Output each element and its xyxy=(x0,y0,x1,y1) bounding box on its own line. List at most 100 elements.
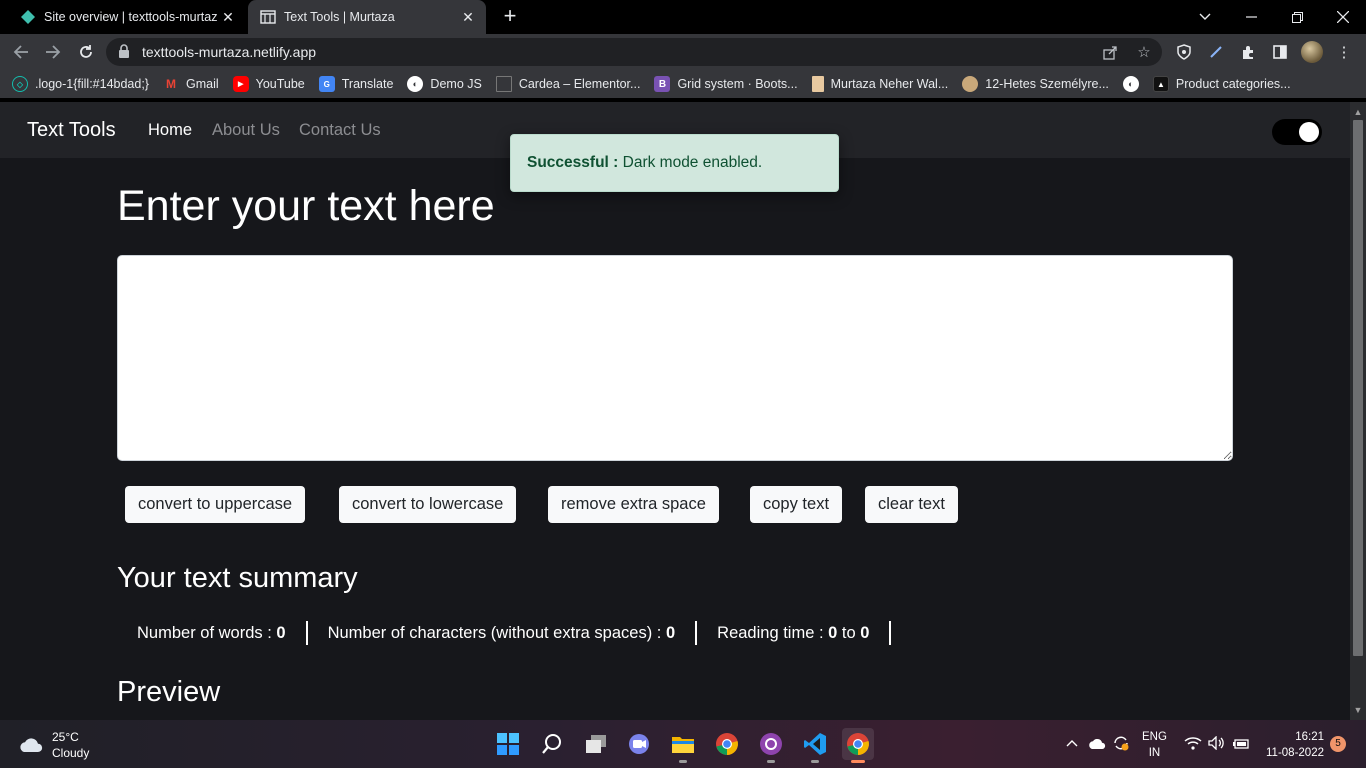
bookmark-bootstrap[interactable]: B Grid system · Boots... xyxy=(654,76,798,92)
bookmark-label: .logo-1{fill:#14bdad;} xyxy=(35,77,149,91)
scroll-up-icon[interactable]: ▲ xyxy=(1350,104,1366,120)
language-indicator[interactable]: ENG IN xyxy=(1142,729,1167,761)
vscode-icon[interactable] xyxy=(799,728,831,763)
page-content: Text Tools Home About Us Contact Us Succ… xyxy=(0,102,1350,720)
github-desktop-icon[interactable] xyxy=(755,728,787,763)
address-bar[interactable]: texttools-murtaza.netlify.app ☆ xyxy=(106,38,1162,66)
word-count: Number of words : 0 xyxy=(117,621,308,645)
weather-temp: 25°C xyxy=(52,730,79,744)
remove-space-button[interactable]: remove extra space xyxy=(548,486,719,523)
search-icon[interactable] xyxy=(536,728,568,760)
navbar-brand[interactable]: Text Tools xyxy=(27,119,116,142)
nav-link-about[interactable]: About Us xyxy=(212,121,280,140)
bookmark-logo[interactable]: ◇ .logo-1{fill:#14bdad;} xyxy=(12,76,149,92)
minimize-icon[interactable] xyxy=(1228,0,1274,34)
tab-search-icon[interactable] xyxy=(1182,0,1228,34)
restore-icon[interactable] xyxy=(1274,0,1320,34)
person-icon xyxy=(962,76,979,92)
cloud-icon xyxy=(20,738,43,752)
uppercase-button[interactable]: convert to uppercase xyxy=(125,486,306,523)
side-panel-icon[interactable] xyxy=(1270,42,1290,62)
success-alert: Successful : Dark mode enabled. xyxy=(510,134,839,192)
profile-avatar[interactable] xyxy=(1301,41,1323,63)
nav-link-home[interactable]: Home xyxy=(148,121,192,140)
bookmark-globe[interactable]: ◐ xyxy=(1122,76,1139,92)
globe-icon: ◐ xyxy=(1122,76,1139,92)
bookmark-label: Cardea – Elementor... xyxy=(518,77,641,91)
bookmark-product-categories[interactable]: ▲ Product categories... xyxy=(1152,76,1291,92)
bookmarks-bar: ◇ .logo-1{fill:#14bdad;} M Gmail ▶ YouTu… xyxy=(0,70,1366,98)
scroll-down-icon[interactable]: ▼ xyxy=(1350,702,1366,718)
stat-value: 0 xyxy=(828,624,838,642)
tab-title: Site overview | texttools-murtaza xyxy=(44,10,218,24)
extensions-puzzle-icon[interactable] xyxy=(1238,42,1258,62)
chrome-active-icon[interactable] xyxy=(842,728,874,763)
lowercase-button[interactable]: convert to lowercase xyxy=(339,486,517,523)
file-explorer-icon[interactable] xyxy=(667,728,699,763)
shield-extension-icon[interactable] xyxy=(1174,42,1194,62)
stat-label: Number of words : xyxy=(137,624,277,642)
system-clock[interactable]: 16:21 11-08-2022 xyxy=(1262,729,1324,761)
color-picker-icon[interactable] xyxy=(1206,42,1226,62)
bookmark-star-icon[interactable]: ☆ xyxy=(1134,42,1154,62)
teams-chat-icon[interactable] xyxy=(623,728,655,760)
onedrive-cloud-icon[interactable] xyxy=(1088,737,1106,753)
language-code: ENG xyxy=(1142,731,1167,743)
battery-icon[interactable] xyxy=(1232,737,1250,753)
character-count: Number of characters (without extra spac… xyxy=(308,621,698,645)
reload-icon[interactable] xyxy=(73,39,99,65)
bookmark-demo-js[interactable]: ◐ Demo JS xyxy=(407,76,482,92)
dark-mode-toggle[interactable] xyxy=(1272,119,1322,145)
chevron-up-icon[interactable] xyxy=(1066,734,1078,750)
new-tab-button[interactable]: + xyxy=(498,5,522,29)
nav-link-contact[interactable]: Contact Us xyxy=(299,121,381,140)
weather-condition: Cloudy xyxy=(52,746,90,760)
back-icon[interactable] xyxy=(8,39,34,65)
lock-icon[interactable] xyxy=(118,44,134,60)
clear-text-button[interactable]: clear text xyxy=(865,486,958,523)
close-tab-icon[interactable]: ✕ xyxy=(458,9,478,26)
stat-label: Reading time : xyxy=(717,624,829,642)
copy-text-button[interactable]: copy text xyxy=(750,486,843,523)
globe-icon: ◐ xyxy=(407,76,424,92)
gmail-icon: M xyxy=(165,77,176,91)
browser-toolbar: texttools-murtaza.netlify.app ☆ ⋮ xyxy=(0,34,1366,70)
close-window-icon[interactable] xyxy=(1320,0,1366,34)
sync-icon[interactable] xyxy=(1112,734,1130,755)
bookmark-12-hetes[interactable]: 12-Hetes Személyre... xyxy=(962,76,1109,92)
url-text: texttools-murtaza.netlify.app xyxy=(142,44,317,60)
volume-icon[interactable] xyxy=(1208,735,1226,753)
notification-badge[interactable]: 5 xyxy=(1330,736,1346,752)
close-tab-icon[interactable]: ✕ xyxy=(218,9,238,26)
start-windows-icon[interactable] xyxy=(492,728,524,760)
tab-site-overview[interactable]: Site overview | texttools-murtaza ✕ xyxy=(8,0,246,34)
summary-heading: Your text summary xyxy=(117,562,358,594)
translate-icon: G xyxy=(318,76,335,92)
tab-text-tools[interactable]: Text Tools | Murtaza ✕ xyxy=(248,0,486,34)
moon-icon xyxy=(1278,122,1292,142)
preview-heading: Preview xyxy=(117,676,221,708)
wifi-icon[interactable] xyxy=(1184,736,1202,753)
bookmark-gmail[interactable]: M Gmail xyxy=(163,76,219,92)
task-view-icon[interactable] xyxy=(580,728,612,760)
netlify-diamond-icon xyxy=(20,9,36,25)
bookmark-label: 12-Hetes Személyre... xyxy=(985,77,1109,91)
page-scrollbar[interactable]: ▲ ▼ xyxy=(1350,102,1366,720)
bookmark-youtube[interactable]: ▶ YouTube xyxy=(232,76,305,92)
bookmark-label: Gmail xyxy=(185,77,219,91)
bookmark-cardea[interactable]: Cardea – Elementor... xyxy=(495,76,641,92)
kebab-menu-icon[interactable]: ⋮ xyxy=(1334,42,1354,62)
youtube-icon: ▶ xyxy=(232,76,249,92)
share-icon[interactable] xyxy=(1100,42,1120,62)
language-region: IN xyxy=(1148,747,1161,759)
weather-widget[interactable]: 25°C Cloudy xyxy=(18,729,89,761)
bookmark-translate[interactable]: G Translate xyxy=(318,76,393,92)
bookmark-murtaza-neher[interactable]: Murtaza Neher Wal... xyxy=(811,76,948,92)
stat-value: 0 xyxy=(276,624,286,642)
forward-icon[interactable] xyxy=(40,39,66,65)
bookmark-label: YouTube xyxy=(255,77,305,91)
chrome-icon[interactable] xyxy=(711,728,743,760)
text-input[interactable] xyxy=(117,255,1233,461)
bootstrap-icon: B xyxy=(654,76,671,92)
scrollbar-thumb[interactable] xyxy=(1353,120,1363,656)
